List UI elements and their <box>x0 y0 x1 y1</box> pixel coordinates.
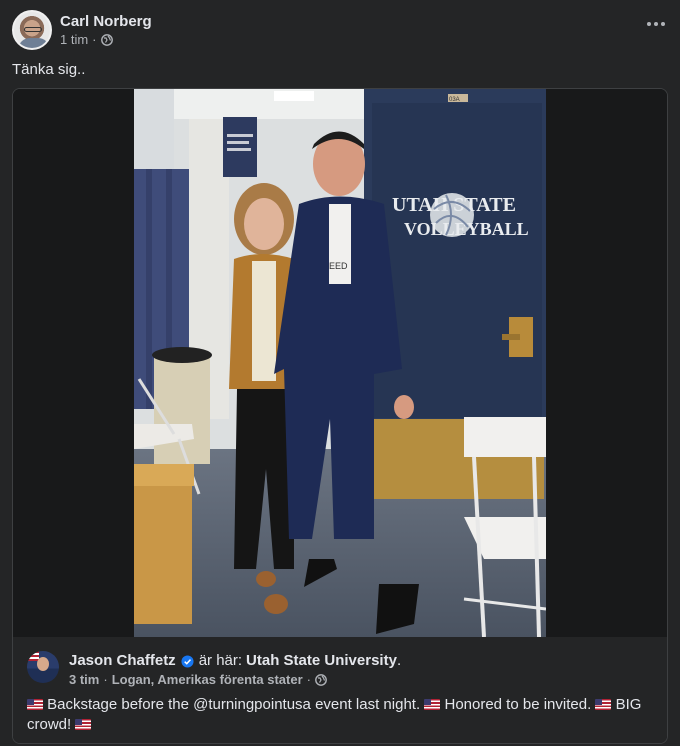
photo-illustration: 03A UTAH STATE VOLLEYBALL <box>134 89 546 637</box>
shared-time[interactable]: 3 tim <box>69 672 99 688</box>
checkin-prefix: är här: <box>198 652 243 669</box>
author-meta: Carl Norberg 1 tim · <box>60 12 152 48</box>
separator: · <box>103 672 108 687</box>
post-photo[interactable]: 03A UTAH STATE VOLLEYBALL <box>134 89 546 637</box>
author-name[interactable]: Carl Norberg <box>60 12 152 32</box>
post-text: Tänka sig.. <box>12 61 86 78</box>
shared-meta: 3 tim · Logan, Amerikas förenta stater · <box>69 672 327 688</box>
shared-post-footer: Jason Chaffetz är här: Utah State Univer… <box>13 637 667 743</box>
more-options-icon[interactable] <box>638 6 674 42</box>
shared-post-card[interactable]: 03A UTAH STATE VOLLEYBALL <box>12 88 668 744</box>
shared-post-text: Backstage before the @turningpointusa ev… <box>27 695 653 735</box>
shared-header: Jason Chaffetz är här: Utah State Univer… <box>69 651 401 671</box>
shirt-text: EED <box>329 261 348 271</box>
verified-badge-icon <box>181 654 194 668</box>
shared-author-name[interactable]: Jason Chaffetz <box>69 651 176 671</box>
us-flag-icon <box>595 699 612 710</box>
shared-text-part1: Backstage before the @turningpointusa ev… <box>43 696 425 713</box>
shared-location[interactable]: Logan, Amerikas förenta stater <box>112 672 303 688</box>
separator: · <box>92 32 97 47</box>
post-timestamp-row: 1 tim · <box>60 32 152 48</box>
shared-author-avatar[interactable] <box>27 651 59 683</box>
post-time[interactable]: 1 tim <box>60 32 88 48</box>
author-avatar[interactable] <box>12 10 52 50</box>
globe-icon <box>100 34 113 46</box>
photo-area: 03A UTAH STATE VOLLEYBALL <box>13 89 667 637</box>
us-flag-icon <box>424 699 441 710</box>
checkin-place-link[interactable]: Utah State University <box>246 651 397 671</box>
shared-text-part2: Honored to be invited. <box>440 696 596 713</box>
us-flag-icon <box>27 699 43 710</box>
checkin-suffix: . <box>396 652 402 669</box>
post-header: Carl Norberg 1 tim · <box>12 9 668 51</box>
room-number: 03A <box>449 97 460 103</box>
separator: · <box>306 672 311 687</box>
us-flag-icon <box>75 719 92 730</box>
globe-icon <box>315 674 327 686</box>
